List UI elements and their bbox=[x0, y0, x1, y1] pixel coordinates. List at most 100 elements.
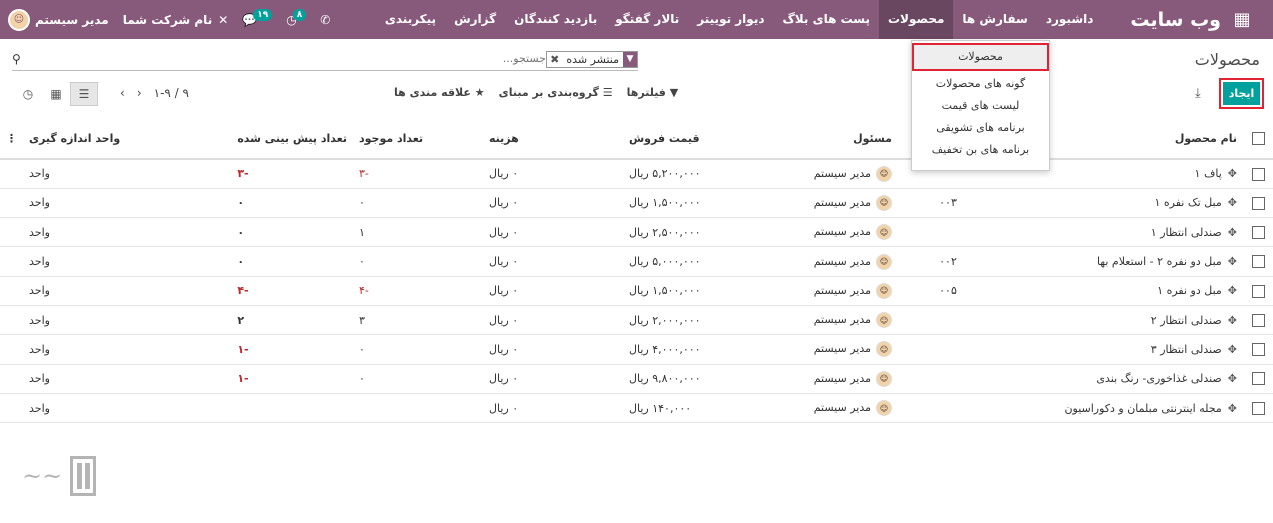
product-name: صندلی انتظار ۱ bbox=[1150, 225, 1222, 239]
menu-twitter-wall[interactable]: دیوار توییتر bbox=[688, 0, 773, 39]
user-menu[interactable]: ☺ مدیر سیستم bbox=[8, 8, 109, 31]
dropdown-item-product-variants[interactable]: گونه های محصولات bbox=[912, 73, 1049, 95]
create-button[interactable]: ایجاد bbox=[1223, 82, 1260, 105]
row-checkbox[interactable] bbox=[1251, 167, 1265, 181]
sales-price-cell: ۵,۲۰۰,۰۰۰ ریال bbox=[623, 159, 758, 189]
row-checkbox[interactable] bbox=[1251, 372, 1265, 386]
cost-cell: ۰ ریال bbox=[483, 246, 623, 277]
company-switcher[interactable]: نام شرکت شما ✕ bbox=[123, 13, 229, 27]
list-view-icon[interactable]: ☰ bbox=[70, 82, 98, 106]
cost-cell: ۰ ریال bbox=[483, 276, 623, 306]
activity-view-icon[interactable]: ◷ bbox=[14, 82, 42, 106]
watermark-logo: ~~ bbox=[22, 452, 172, 500]
menu-forum[interactable]: تالار گفتگو bbox=[606, 0, 688, 39]
table-row[interactable]: ✥پاف ۱ ☺مدیر سیستم ۵,۲۰۰,۰۰۰ ریال ۰ ریال -۳-… bbox=[0, 159, 1273, 189]
search-icon[interactable]: ⚲ bbox=[12, 52, 21, 66]
filters-dropdown[interactable]: ▼ فیلترها bbox=[627, 86, 679, 99]
kanban-view-icon[interactable]: ▦ bbox=[42, 82, 70, 106]
responsible-cell: ☺ مدیر سیستم bbox=[758, 305, 898, 336]
user-avatar: ☺ bbox=[876, 282, 892, 299]
table-row[interactable]: ✥ صندلی انتظار ۲ ☺ مدیر سیستم ۲,۰۰۰,۰۰۰ ریال… bbox=[0, 305, 1273, 336]
filter-icon: ▼ bbox=[623, 52, 637, 67]
apps-grid-icon[interactable]: ▦ bbox=[1229, 9, 1255, 30]
pager-value[interactable]: ۱-۹ / ۹ bbox=[154, 86, 189, 100]
menu-products[interactable]: محصولات bbox=[879, 0, 954, 39]
internal-ref-cell bbox=[898, 305, 998, 336]
table-row[interactable]: ✥ صندلی انتظار ۱ ☺ مدیر سیستم ۲,۵۰۰,۰۰۰ ریال… bbox=[0, 217, 1273, 248]
menu-dashboard[interactable]: داشبورد bbox=[1037, 0, 1103, 39]
row-end-cell bbox=[0, 188, 23, 219]
row-checkbox[interactable] bbox=[1251, 343, 1265, 357]
table-row[interactable]: ✥ صندلی انتظار ۳ ☺ مدیر سیستم ۴,۰۰۰,۰۰۰ ریال… bbox=[0, 334, 1273, 365]
menu-visitors[interactable]: بازدید کنندگان bbox=[505, 0, 606, 39]
menu-orders[interactable]: سفارش ها bbox=[953, 0, 1036, 39]
table-row[interactable]: ✥ مبل تک نفره ۱ ۰۰۳ ☺ مدیر سیستم ۱,۵۰۰,۰۰۰ ری… bbox=[0, 188, 1273, 219]
select-all-checkbox[interactable] bbox=[1251, 132, 1265, 146]
facet-remove-icon[interactable]: ✖ bbox=[547, 53, 562, 66]
forecast-qty-cell: ۰ bbox=[231, 246, 353, 277]
drag-handle-icon[interactable]: ✥ bbox=[1228, 226, 1237, 239]
dropdown-item-promotion-programs[interactable]: برنامه های تشویقی bbox=[912, 117, 1049, 139]
drag-handle-icon[interactable]: ✥ bbox=[1228, 314, 1237, 327]
messages-menu[interactable]: 💬 ۱۹ bbox=[242, 8, 273, 27]
user-avatar: ☺ bbox=[876, 224, 892, 241]
pager-prev-icon[interactable]: ‹ bbox=[120, 86, 125, 100]
qty-on-hand-cell: ۰ bbox=[353, 188, 483, 219]
product-name: صندلی غذاخوری- رنگ بندی bbox=[1096, 372, 1222, 386]
groupby-dropdown[interactable]: ☰ گروه‌بندی بر مبنای bbox=[499, 86, 613, 99]
drag-handle-icon[interactable]: ✥ bbox=[1228, 167, 1237, 180]
table-row[interactable]: ✥ مجله اینترنتی مبلمان و دکوراسیون ☺ مدیر س… bbox=[0, 393, 1273, 424]
col-sales-price[interactable]: قیمت فروش bbox=[623, 119, 758, 160]
menu-reporting[interactable]: گزارش bbox=[445, 0, 505, 39]
product-name: پاف ۱ bbox=[1194, 167, 1222, 181]
drag-handle-icon[interactable]: ✥ bbox=[1228, 255, 1237, 268]
internal-ref-cell bbox=[898, 393, 998, 424]
search-input[interactable] bbox=[346, 52, 546, 65]
drag-handle-icon[interactable]: ✥ bbox=[1228, 284, 1237, 297]
table-row[interactable]: ✥ مبل دو نفره ۱ ۰۰۵ ☺ مدیر سیستم ۱,۵۰۰,۰۰۰ ری… bbox=[0, 276, 1273, 306]
col-cost[interactable]: هزینه bbox=[483, 119, 623, 160]
download-icon[interactable]: ⤓ bbox=[1195, 86, 1201, 101]
forecast-qty-cell: -۳ bbox=[231, 159, 353, 189]
responsible-name: مدیر سیستم bbox=[813, 401, 871, 415]
user-avatar: ☺ bbox=[876, 400, 892, 417]
dropdown-item-pricelists[interactable]: لیست های قیمت bbox=[912, 95, 1049, 117]
col-uom[interactable]: واحد اندازه گیری bbox=[23, 119, 232, 160]
activities-menu[interactable]: ◷ ۸ bbox=[286, 8, 307, 27]
drag-handle-icon[interactable]: ✥ bbox=[1228, 402, 1237, 415]
menu-blog-posts[interactable]: پست های بلاگ bbox=[773, 0, 879, 39]
dropdown-item-products[interactable]: محصولات bbox=[912, 43, 1049, 71]
uom-cell: واحد bbox=[23, 305, 232, 336]
row-checkbox[interactable] bbox=[1251, 225, 1265, 239]
products-menu-dropdown: محصولات گونه های محصولات لیست های قیمت ب… bbox=[911, 40, 1050, 171]
drag-handle-icon[interactable]: ✥ bbox=[1228, 196, 1237, 209]
row-end-cell bbox=[0, 276, 23, 306]
col-responsible[interactable]: مسئول bbox=[758, 119, 898, 160]
product-name: صندلی انتظار ۳ bbox=[1150, 342, 1222, 356]
drag-handle-icon[interactable]: ✥ bbox=[1228, 372, 1237, 385]
forecast-qty-cell bbox=[231, 393, 353, 424]
row-checkbox[interactable] bbox=[1251, 284, 1265, 298]
products-table: نام محصول مسئول قیمت فروش هزینه تعداد مو… bbox=[0, 119, 1273, 424]
optional-columns-icon[interactable]: ⋮ bbox=[0, 119, 23, 160]
row-select-cell bbox=[1243, 334, 1273, 365]
select-all-header bbox=[1243, 119, 1273, 160]
favorites-dropdown[interactable]: ★ علاقه مندی ها bbox=[394, 86, 485, 99]
menu-configuration[interactable]: پیکربندی bbox=[376, 0, 445, 39]
row-checkbox[interactable] bbox=[1251, 255, 1265, 269]
phone-menu[interactable]: ✆ bbox=[320, 13, 330, 27]
user-avatar: ☺ bbox=[876, 165, 892, 182]
row-checkbox[interactable] bbox=[1251, 196, 1265, 210]
qty-on-hand-cell: ۳ bbox=[353, 305, 483, 336]
uom-cell: واحد bbox=[23, 364, 232, 394]
table-row[interactable]: ✥ مبل دو نفره ۲ - استعلام بها ۰۰۲ ☺ مدیر سیس… bbox=[0, 246, 1273, 277]
table-row[interactable]: ✥ صندلی غذاخوری- رنگ بندی ☺ مدیر سیستم ۹,۸۰۰… bbox=[0, 364, 1273, 394]
row-checkbox[interactable] bbox=[1251, 401, 1265, 415]
internal-ref-cell bbox=[898, 217, 998, 248]
row-checkbox[interactable] bbox=[1251, 313, 1265, 327]
drag-handle-icon[interactable]: ✥ bbox=[1228, 343, 1237, 356]
col-qty-on-hand[interactable]: تعداد موجود bbox=[353, 119, 483, 160]
pager-next-icon[interactable]: › bbox=[137, 86, 142, 100]
dropdown-item-coupon-programs[interactable]: برنامه های بن تخفیف bbox=[912, 139, 1049, 161]
col-forecast-qty[interactable]: تعداد پیش بینی شده bbox=[231, 119, 353, 160]
